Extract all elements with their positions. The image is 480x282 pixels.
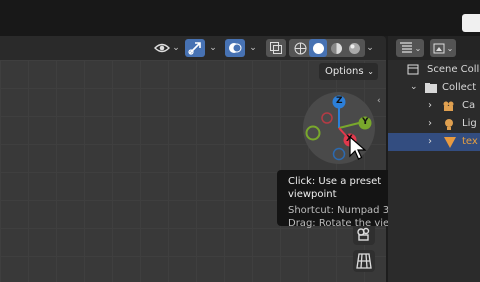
wireframe-shading-icon[interactable] bbox=[291, 42, 309, 55]
chevron-down-icon[interactable]: ⌄ bbox=[171, 42, 181, 54]
workspace-corner[interactable] bbox=[462, 14, 480, 32]
ortho-grid-button[interactable] bbox=[353, 250, 375, 272]
outliner-row-text[interactable]: › tex bbox=[388, 133, 480, 151]
camera-icon bbox=[442, 100, 456, 115]
outliner-label: Ca bbox=[462, 100, 476, 111]
options-dropdown[interactable]: Options ⌄ bbox=[319, 63, 378, 80]
outliner-row-light[interactable]: › Lig bbox=[388, 115, 480, 133]
neg-y-handle bbox=[305, 125, 321, 141]
filter-dropdown[interactable]: ⌄ bbox=[430, 39, 456, 57]
chevron-down-icon[interactable]: ⌄ bbox=[208, 42, 218, 54]
chevron-left-icon[interactable]: ‹ bbox=[377, 96, 381, 106]
gizmo-toggle-icon[interactable] bbox=[185, 39, 205, 57]
rendered-shading-icon[interactable] bbox=[345, 42, 363, 55]
outliner-label: Scene Colle bbox=[427, 64, 480, 75]
collection-icon bbox=[424, 82, 438, 97]
chevron-right-icon[interactable]: › bbox=[428, 136, 432, 147]
gizmo-y-label: Y bbox=[362, 117, 369, 127]
display-mode-dropdown[interactable]: ⌄ bbox=[396, 39, 424, 57]
outliner-label: Collect bbox=[442, 82, 477, 93]
chevron-right-icon[interactable]: › bbox=[428, 118, 432, 129]
xray-icon[interactable] bbox=[266, 39, 286, 57]
neg-x-handle bbox=[321, 112, 333, 124]
top-bar bbox=[0, 0, 480, 36]
mesh-icon bbox=[443, 136, 457, 151]
gizmo-z-label: Z bbox=[336, 96, 343, 106]
shading-mode-group bbox=[289, 39, 365, 57]
chevron-down-icon[interactable]: ⌄ bbox=[365, 42, 375, 54]
outliner-label: Lig bbox=[462, 118, 477, 129]
chevron-down-icon[interactable]: ⌄ bbox=[410, 82, 418, 92]
outliner-row-scene-collection[interactable]: Scene Colle bbox=[388, 61, 480, 79]
outliner-row-collection[interactable]: ⌄ Collect bbox=[388, 79, 480, 97]
material-shading-icon[interactable] bbox=[327, 42, 345, 55]
outliner-label: tex bbox=[462, 136, 478, 147]
options-label: Options bbox=[325, 66, 364, 77]
chevron-down-icon: ⌄ bbox=[367, 67, 374, 76]
visibility-icon[interactable] bbox=[152, 39, 172, 57]
mouse-cursor-icon bbox=[349, 136, 367, 160]
light-icon bbox=[443, 118, 455, 133]
overlay-toggle-icon[interactable] bbox=[225, 39, 245, 57]
neg-z-handle bbox=[332, 147, 346, 161]
scene-collection-icon bbox=[407, 64, 419, 78]
chevron-down-icon[interactable]: ⌄ bbox=[248, 42, 258, 54]
chevron-right-icon[interactable]: › bbox=[428, 100, 432, 111]
solid-shading-icon[interactable] bbox=[309, 39, 327, 57]
outliner-row-camera[interactable]: › Ca bbox=[388, 97, 480, 115]
